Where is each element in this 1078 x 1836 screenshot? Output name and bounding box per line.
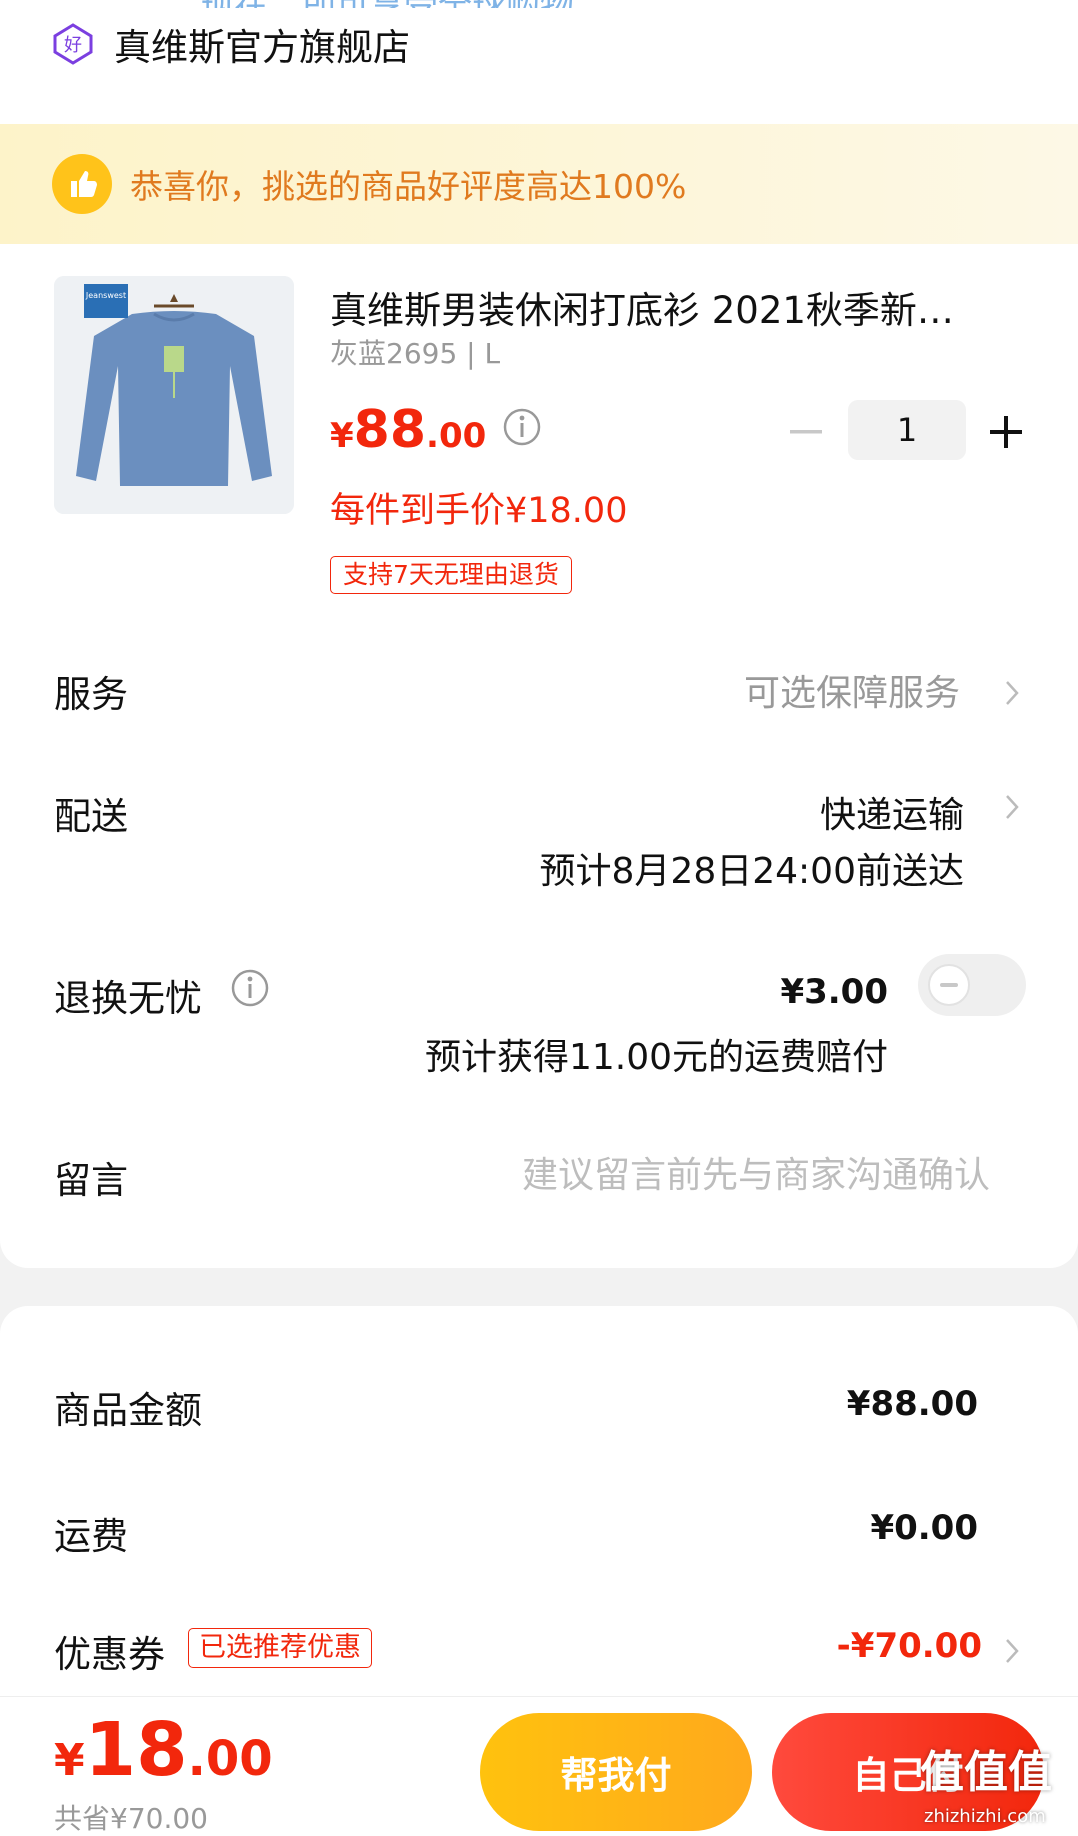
product-variant[interactable]: 灰蓝2695 | L	[330, 332, 500, 372]
scrolled-header-text: 现在，即可享受全球购物	[200, 0, 880, 8]
net-price: 每件到手价¥18.00	[330, 491, 628, 531]
message-label: 留言	[54, 1159, 128, 1202]
store-name: 真维斯官方旗舰店	[114, 26, 410, 69]
return-info-icon[interactable]	[230, 968, 270, 1008]
return-insurance-toggle[interactable]	[918, 954, 1026, 1016]
return-policy-tag: 支持7天无理由退货	[330, 556, 572, 594]
saved-amount: 共省¥70.00	[54, 1802, 208, 1835]
delivery-label: 配送	[54, 795, 128, 838]
total-decimal: .00	[187, 1731, 273, 1787]
checkout-bar: ¥ 18 .00 共省¥70.00 帮我付 自己付	[0, 1696, 1078, 1836]
total-currency: ¥	[54, 1735, 85, 1786]
price-currency: ¥	[330, 416, 354, 456]
return-compensation-note: 预计获得11.00元的运费赔付	[424, 1037, 888, 1078]
banner-text: 恭喜你，挑选的商品好评度高达100%	[130, 167, 687, 206]
total-integer: 18	[84, 1707, 188, 1793]
price-decimal: .00	[426, 416, 487, 456]
thumbs-up-icon	[52, 154, 112, 214]
coupon-tag: 已选推荐优惠	[188, 1628, 372, 1668]
delivery-value[interactable]: 快递运输	[820, 786, 964, 838]
shipping-label: 运费	[54, 1515, 128, 1558]
quantity-input[interactable]: 1	[848, 400, 966, 460]
coupon-chevron-icon[interactable]	[1002, 1634, 1022, 1668]
site-watermark: 值值值 zhizhizhi.com	[920, 1736, 1078, 1836]
watermark-url: zhizhizhi.com	[924, 1806, 1046, 1827]
praise-banner: 恭喜你，挑选的商品好评度高达100%	[0, 124, 1078, 244]
brand-logo-text: Jeanswest	[85, 291, 126, 300]
good-store-badge-icon: 好	[53, 23, 93, 65]
total-price: ¥ 18 .00	[54, 1707, 273, 1793]
watermark-logo: 值值值	[920, 1747, 1052, 1798]
svg-text:好: 好	[64, 35, 82, 56]
product-price: ¥ 88 .00	[330, 400, 542, 460]
help-me-pay-button[interactable]: 帮我付	[480, 1713, 752, 1831]
coupon-label: 优惠券	[54, 1633, 165, 1676]
shipping-value: ¥0.00	[870, 1508, 978, 1548]
coupon-value[interactable]: -¥70.00	[837, 1626, 982, 1666]
product-image[interactable]: Jeanswest	[54, 276, 294, 514]
price-integer: 88	[353, 400, 427, 460]
delivery-chevron-icon[interactable]	[1002, 790, 1022, 824]
quantity-plus-button[interactable]	[986, 412, 1026, 452]
delivery-estimate: 预计8月28日24:00前送达	[539, 851, 964, 892]
return-price: ¥3.00	[780, 972, 888, 1012]
return-label: 退换无忧	[54, 977, 202, 1020]
message-input[interactable]	[300, 1148, 990, 1202]
store-header[interactable]: 好 真维斯官方旗舰店	[52, 16, 410, 72]
service-value[interactable]: 可选保障服务	[744, 664, 960, 716]
quantity-minus-button[interactable]	[786, 412, 826, 452]
product-title[interactable]: 真维斯男装休闲打底衫 2021秋季新…	[330, 280, 970, 334]
goods-amount-value: ¥88.00	[846, 1384, 978, 1424]
toggle-knob	[928, 964, 970, 1006]
service-chevron-icon[interactable]	[1002, 676, 1022, 710]
price-info-icon[interactable]	[502, 407, 542, 447]
goods-amount-label: 商品金额	[54, 1389, 202, 1432]
service-label: 服务	[54, 673, 128, 716]
